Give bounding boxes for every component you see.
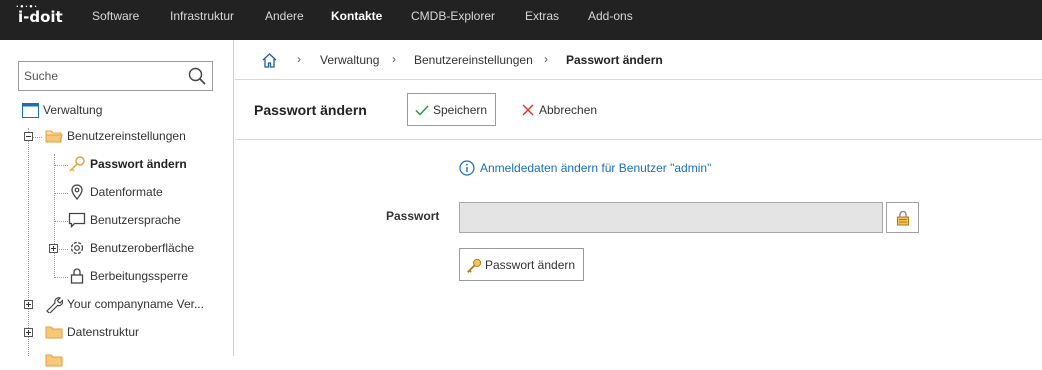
tree-item-berbeitungssperre[interactable]: Berbeitungssperre	[68, 266, 188, 286]
tree-item-datenformate[interactable]: Datenformate	[68, 182, 163, 202]
tree-label: Verwaltung	[43, 103, 103, 117]
expand-toggle[interactable]	[24, 328, 33, 337]
tree-connector	[54, 221, 68, 222]
tree-label: Datenstruktur	[67, 325, 140, 339]
tree-label: Datenformate	[90, 185, 163, 199]
window-icon	[21, 101, 39, 119]
tree-connector	[54, 277, 68, 278]
lock-icon	[68, 267, 86, 285]
chevron-right-icon: ›	[544, 52, 548, 66]
info-text: Anmeldedaten ändern für Benutzer "admin"	[480, 161, 712, 175]
speech-bubble-icon	[68, 211, 86, 229]
i-doit-logo[interactable]: ·•·•· i-doit	[16, 3, 63, 26]
cancel-button[interactable]: Abbrechen	[514, 93, 605, 126]
tree-item-benutzersprache[interactable]: Benutzersprache	[68, 210, 181, 230]
folder-icon	[45, 351, 63, 369]
tree-connector	[54, 154, 55, 278]
tree-label: Berbeitungssperre	[90, 269, 189, 283]
tree-item-passwort-aendern[interactable]: Passwort ändern	[68, 154, 187, 174]
info-icon	[459, 160, 475, 176]
change-password-button[interactable]: Passwort ändern	[459, 248, 585, 281]
page-title: Passwort ändern	[254, 102, 367, 118]
location-pin-icon	[68, 183, 86, 201]
key-icon	[68, 155, 86, 173]
logo-dots-icon: ·•·•·	[16, 3, 38, 11]
tree-label: Passwort ändern	[90, 157, 187, 171]
tree-label: Your companyname Ver...	[67, 297, 204, 311]
key-icon	[466, 257, 482, 273]
nav-cmdb-explorer[interactable]: CMDB-Explorer	[411, 9, 495, 23]
tree-connector	[28, 128, 29, 356]
breadcrumb-benutzereinstellungen[interactable]: Benutzereinstellungen	[414, 53, 533, 67]
save-button[interactable]: Speichern	[407, 93, 497, 126]
tree-connector	[54, 193, 68, 194]
action-toolbar: Passwort ändern Speichern Abbrechen	[235, 81, 1042, 140]
search-input[interactable]	[19, 62, 179, 90]
breadcrumb: › Verwaltung › Benutzereinstellungen › P…	[235, 40, 1042, 80]
open-folder-icon	[45, 127, 63, 145]
expand-toggle[interactable]	[24, 300, 33, 309]
tree-item-benutzereinstellungen[interactable]: Benutzereinstellungen	[45, 126, 186, 146]
breadcrumb-current: Passwort ändern	[566, 53, 663, 67]
tree-label: Benutzersprache	[90, 213, 181, 227]
nav-software[interactable]: Software	[92, 9, 139, 23]
tree-label: Benutzeroberfläche	[90, 241, 195, 255]
tree-item-verwaltung[interactable]: Verwaltung	[21, 100, 102, 120]
nav-extras[interactable]: Extras	[525, 9, 559, 23]
tree-item-datenstruktur[interactable]: Datenstruktur	[45, 322, 139, 342]
unlock-field-button[interactable]	[886, 202, 919, 233]
chevron-right-icon: ›	[297, 52, 301, 66]
nav-infrastruktur[interactable]: Infrastruktur	[170, 9, 234, 23]
close-icon	[520, 102, 536, 118]
password-label: Passwort	[386, 209, 440, 223]
nav-add-ons[interactable]: Add-ons	[588, 9, 633, 23]
collapse-toggle[interactable]	[24, 132, 33, 141]
sidebar: Verwaltung Benutzereinstellungen Passwor…	[0, 40, 234, 367]
expand-toggle[interactable]	[49, 244, 58, 253]
folder-icon	[45, 323, 63, 341]
breadcrumb-verwaltung[interactable]: Verwaltung	[320, 53, 379, 67]
gear-icon	[68, 239, 86, 257]
info-message: Anmeldedaten ändern für Benutzer "admin"	[459, 160, 711, 176]
tree-label: Benutzereinstellungen	[67, 129, 186, 143]
tree-item-benutzeroberflaeche[interactable]: Benutzeroberfläche	[68, 238, 194, 258]
tree-item-company[interactable]: Your companyname Ver...	[45, 294, 204, 314]
password-field[interactable]	[459, 202, 883, 233]
home-icon[interactable]	[261, 52, 278, 68]
nav-andere[interactable]: Andere	[265, 9, 304, 23]
top-navigation-bar: ·•·•· i-doit Software Infrastruktur Ande…	[0, 0, 1042, 40]
tree-item-partial[interactable]	[45, 350, 67, 370]
search-box	[18, 61, 213, 91]
tree-connector	[54, 165, 68, 166]
search-icon[interactable]	[188, 67, 206, 85]
lock-icon	[896, 210, 909, 225]
nav-kontakte[interactable]: Kontakte	[331, 9, 382, 23]
wrench-icon	[45, 295, 63, 313]
chevron-right-icon: ›	[392, 52, 396, 66]
checkmark-icon	[414, 102, 430, 118]
